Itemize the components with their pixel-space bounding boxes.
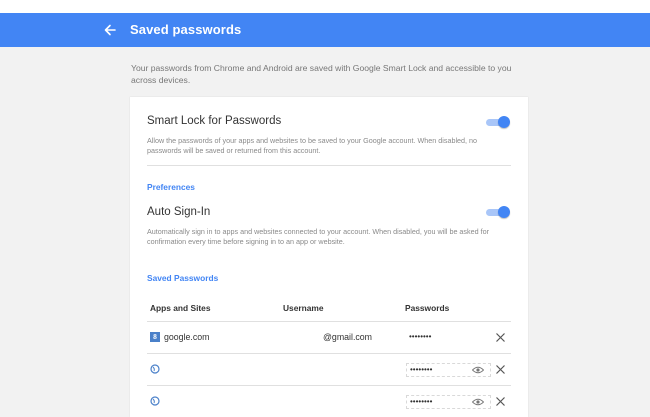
divider [147,321,511,322]
column-header-password[interactable]: Passwords [405,303,449,313]
toggle-knob [498,206,510,218]
close-icon[interactable] [496,333,505,342]
intro-text: Your passwords from Chrome and Android a… [131,63,512,85]
auto-signin-toggle[interactable] [486,206,510,218]
smart-lock-description: Allow the passwords of your apps and web… [147,136,478,155]
app-header: Saved passwords [0,13,650,47]
page-title: Saved passwords [130,22,242,37]
password-value: •••••••• [410,397,433,406]
close-icon[interactable] [496,397,505,406]
smart-lock-toggle[interactable] [486,116,510,128]
table-row-username: @gmail.com [323,332,373,342]
site-name: google.com [164,332,210,342]
google-favicon-icon: 8 [150,332,160,342]
globe-icon [150,396,160,406]
column-header-username[interactable]: Username [283,303,324,313]
toggle-knob [498,116,510,128]
column-header-site[interactable]: Apps and Sites [150,303,211,313]
password-value: •••••••• [410,365,433,374]
settings-card: Smart Lock for Passwords Allow the passw… [130,97,528,417]
back-arrow-icon[interactable] [103,23,117,37]
globe-icon [150,364,160,374]
password-field[interactable]: •••••••• [406,331,463,343]
table-row-site: 8 google.com [150,332,209,342]
divider [147,385,511,386]
divider [147,165,511,166]
auto-signin-title: Auto Sign-In [147,206,211,218]
smart-lock-title: Smart Lock for Passwords [147,115,282,127]
eye-icon[interactable] [472,398,484,406]
preferences-section-label: Preferences [147,182,195,192]
top-bar [0,0,650,13]
close-icon[interactable] [496,365,505,374]
table-row-site [150,396,160,406]
divider [147,353,511,354]
auto-signin-description: Automatically sign in to apps and websit… [147,227,489,246]
table-row-site [150,364,160,374]
eye-icon[interactable] [472,366,484,374]
saved-passwords-section-label: Saved Passwords [147,273,219,283]
